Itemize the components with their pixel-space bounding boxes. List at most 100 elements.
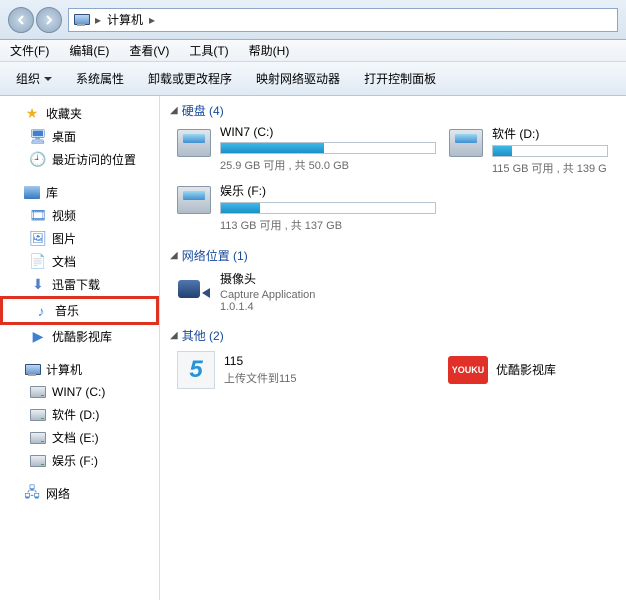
sidebar-label: 桌面 xyxy=(52,128,76,145)
other-items: 5 115 上传文件到115 YOUKU 优酷影视库 xyxy=(170,350,616,390)
menu-help[interactable]: 帮助(H) xyxy=(239,40,300,61)
section-network-location: ◢ 网络位置 (1) 摄像头 Capture Application 1.0.1… xyxy=(170,247,616,313)
network-icon: 🖧 xyxy=(24,486,40,502)
section-header-netloc[interactable]: ◢ 网络位置 (1) xyxy=(170,247,616,264)
tree-favorites: ★ 收藏夹 🖥 桌面 🕘 最近访问的位置 xyxy=(0,102,159,171)
sidebar-item-recent[interactable]: 🕘 最近访问的位置 xyxy=(0,148,159,171)
library-icon xyxy=(24,185,40,201)
other-tile-115[interactable]: 5 115 上传文件到115 xyxy=(176,350,436,390)
sidebar-label: 软件 (D:) xyxy=(52,406,99,423)
sidebar-item-favorites[interactable]: ★ 收藏夹 xyxy=(0,102,159,125)
sidebar-item-drive-d[interactable]: 软件 (D:) xyxy=(0,403,159,426)
drive-stat: 115 GB 可用 , 共 139 G xyxy=(492,160,608,176)
other-tile-youku[interactable]: YOUKU 优酷影视库 xyxy=(448,350,608,390)
organize-label: 组织 xyxy=(16,70,40,87)
sidebar-item-documents[interactable]: 📄 文档 xyxy=(0,250,159,273)
sidebar-label: 优酷影视库 xyxy=(52,328,112,345)
app-115-icon: 5 xyxy=(176,350,216,390)
sidebar-label: 收藏夹 xyxy=(46,105,82,122)
sidebar-label: 图片 xyxy=(52,230,76,247)
drive-info: 娱乐 (F:) 113 GB 可用 , 共 137 GB xyxy=(220,182,436,233)
sidebar-label: 库 xyxy=(46,184,58,201)
drive-name: 软件 (D:) xyxy=(492,125,608,142)
chevron-right-icon: ▸ xyxy=(93,13,103,27)
drive-icon xyxy=(30,384,46,400)
drive-info: 软件 (D:) 115 GB 可用 , 共 139 G xyxy=(492,125,608,176)
sidebar-item-pictures[interactable]: 🖼 图片 xyxy=(0,227,159,250)
document-icon: 📄 xyxy=(30,254,46,270)
section-title: 其他 (2) xyxy=(182,327,224,344)
drive-name: 娱乐 (F:) xyxy=(220,182,436,199)
desktop-icon: 🖥 xyxy=(30,129,46,145)
menu-view[interactable]: 查看(V) xyxy=(119,40,179,61)
chevron-down-icon xyxy=(44,77,52,81)
sidebar-label: 迅雷下载 xyxy=(52,276,100,293)
section-drives: ◢ 硬盘 (4) WIN7 (C:) 25.9 GB 可用 , 共 50.0 G… xyxy=(170,102,616,233)
netloc-sub: Capture Application xyxy=(220,289,315,301)
sidebar-label: 文档 xyxy=(52,253,76,270)
control-panel-button[interactable]: 打开控制面板 xyxy=(354,66,446,91)
netloc-name: 摄像头 xyxy=(220,270,315,287)
titlebar: ▸ 计算机 ▸ xyxy=(0,0,626,40)
youku-app-icon: YOUKU xyxy=(448,350,488,390)
sidebar-item-drive-e[interactable]: 文档 (E:) xyxy=(0,426,159,449)
sidebar-item-libraries[interactable]: 库 xyxy=(0,181,159,204)
section-header-other[interactable]: ◢ 其他 (2) xyxy=(170,327,616,344)
organize-button[interactable]: 组织 xyxy=(6,66,62,91)
drive-icon xyxy=(176,182,212,218)
sidebar-item-music[interactable]: ♪ 音乐 xyxy=(0,296,159,325)
back-button[interactable] xyxy=(8,7,34,33)
forward-button[interactable] xyxy=(36,7,62,33)
sidebar-item-drive-c[interactable]: WIN7 (C:) xyxy=(0,381,159,403)
address-bar[interactable]: ▸ 计算机 ▸ xyxy=(68,8,618,32)
star-icon: ★ xyxy=(24,106,40,122)
tree-network: 🖧 网络 xyxy=(0,482,159,505)
chevron-right-icon: ▸ xyxy=(147,13,157,27)
sidebar-item-youku[interactable]: ▶ 优酷影视库 xyxy=(0,325,159,348)
sidebar-item-computer[interactable]: 计算机 xyxy=(0,358,159,381)
netloc-version: 1.0.1.4 xyxy=(220,301,315,313)
sidebar: ★ 收藏夹 🖥 桌面 🕘 最近访问的位置 库 🎞 视频 xyxy=(0,96,160,600)
drive-tile[interactable]: WIN7 (C:) 25.9 GB 可用 , 共 50.0 GB xyxy=(176,125,436,176)
collapse-icon: ◢ xyxy=(170,250,178,261)
sidebar-item-network[interactable]: 🖧 网络 xyxy=(0,482,159,505)
drive-tile[interactable]: 软件 (D:) 115 GB 可用 , 共 139 G xyxy=(448,125,608,176)
drive-icon xyxy=(176,125,212,161)
camera-icon xyxy=(176,270,212,306)
drive-tile[interactable]: 娱乐 (F:) 113 GB 可用 , 共 137 GB xyxy=(176,182,436,233)
drive-stat: 25.9 GB 可用 , 共 50.0 GB xyxy=(220,157,436,173)
sidebar-item-desktop[interactable]: 🖥 桌面 xyxy=(0,125,159,148)
system-properties-button[interactable]: 系统属性 xyxy=(66,66,134,91)
breadcrumb-item[interactable]: 计算机 xyxy=(105,11,145,28)
uninstall-button[interactable]: 卸载或更改程序 xyxy=(138,66,242,91)
sidebar-item-drive-f[interactable]: 娱乐 (F:) xyxy=(0,449,159,472)
sidebar-item-videos[interactable]: 🎞 视频 xyxy=(0,204,159,227)
drive-items: WIN7 (C:) 25.9 GB 可用 , 共 50.0 GB 软件 (D:)… xyxy=(170,125,616,233)
menu-file[interactable]: 文件(F) xyxy=(0,40,59,61)
content: ★ 收藏夹 🖥 桌面 🕘 最近访问的位置 库 🎞 视频 xyxy=(0,96,626,600)
sidebar-label: 娱乐 (F:) xyxy=(52,452,98,469)
menu-edit[interactable]: 编辑(E) xyxy=(59,40,119,61)
nav-buttons xyxy=(8,7,62,33)
tree-computer: 计算机 WIN7 (C:) 软件 (D:) 文档 (E:) 娱乐 (F:) xyxy=(0,358,159,472)
netloc-tile[interactable]: 摄像头 Capture Application 1.0.1.4 xyxy=(176,270,436,313)
sidebar-label: 最近访问的位置 xyxy=(52,151,136,168)
collapse-icon: ◢ xyxy=(170,105,178,116)
netloc-items: 摄像头 Capture Application 1.0.1.4 xyxy=(170,270,616,313)
sidebar-item-xunlei[interactable]: ⬇ 迅雷下载 xyxy=(0,273,159,296)
other-name: 优酷影视库 xyxy=(496,361,556,378)
toolbar: 组织 系统属性 卸载或更改程序 映射网络驱动器 打开控制面板 xyxy=(0,62,626,96)
breadcrumb: ▸ 计算机 ▸ xyxy=(93,11,157,28)
section-title: 硬盘 (4) xyxy=(182,102,224,119)
main-pane: ◢ 硬盘 (4) WIN7 (C:) 25.9 GB 可用 , 共 50.0 G… xyxy=(160,96,626,600)
drive-bar xyxy=(492,145,608,157)
section-other: ◢ 其他 (2) 5 115 上传文件到115 YOUKU 优酷影视库 xyxy=(170,327,616,390)
section-title: 网络位置 (1) xyxy=(182,247,248,264)
sidebar-label: 音乐 xyxy=(55,302,79,319)
computer-icon xyxy=(73,12,89,28)
section-header-drives[interactable]: ◢ 硬盘 (4) xyxy=(170,102,616,119)
drive-stat: 113 GB 可用 , 共 137 GB xyxy=(220,217,436,233)
menu-tools[interactable]: 工具(T) xyxy=(179,40,238,61)
sidebar-label: 视频 xyxy=(52,207,76,224)
map-network-drive-button[interactable]: 映射网络驱动器 xyxy=(246,66,350,91)
